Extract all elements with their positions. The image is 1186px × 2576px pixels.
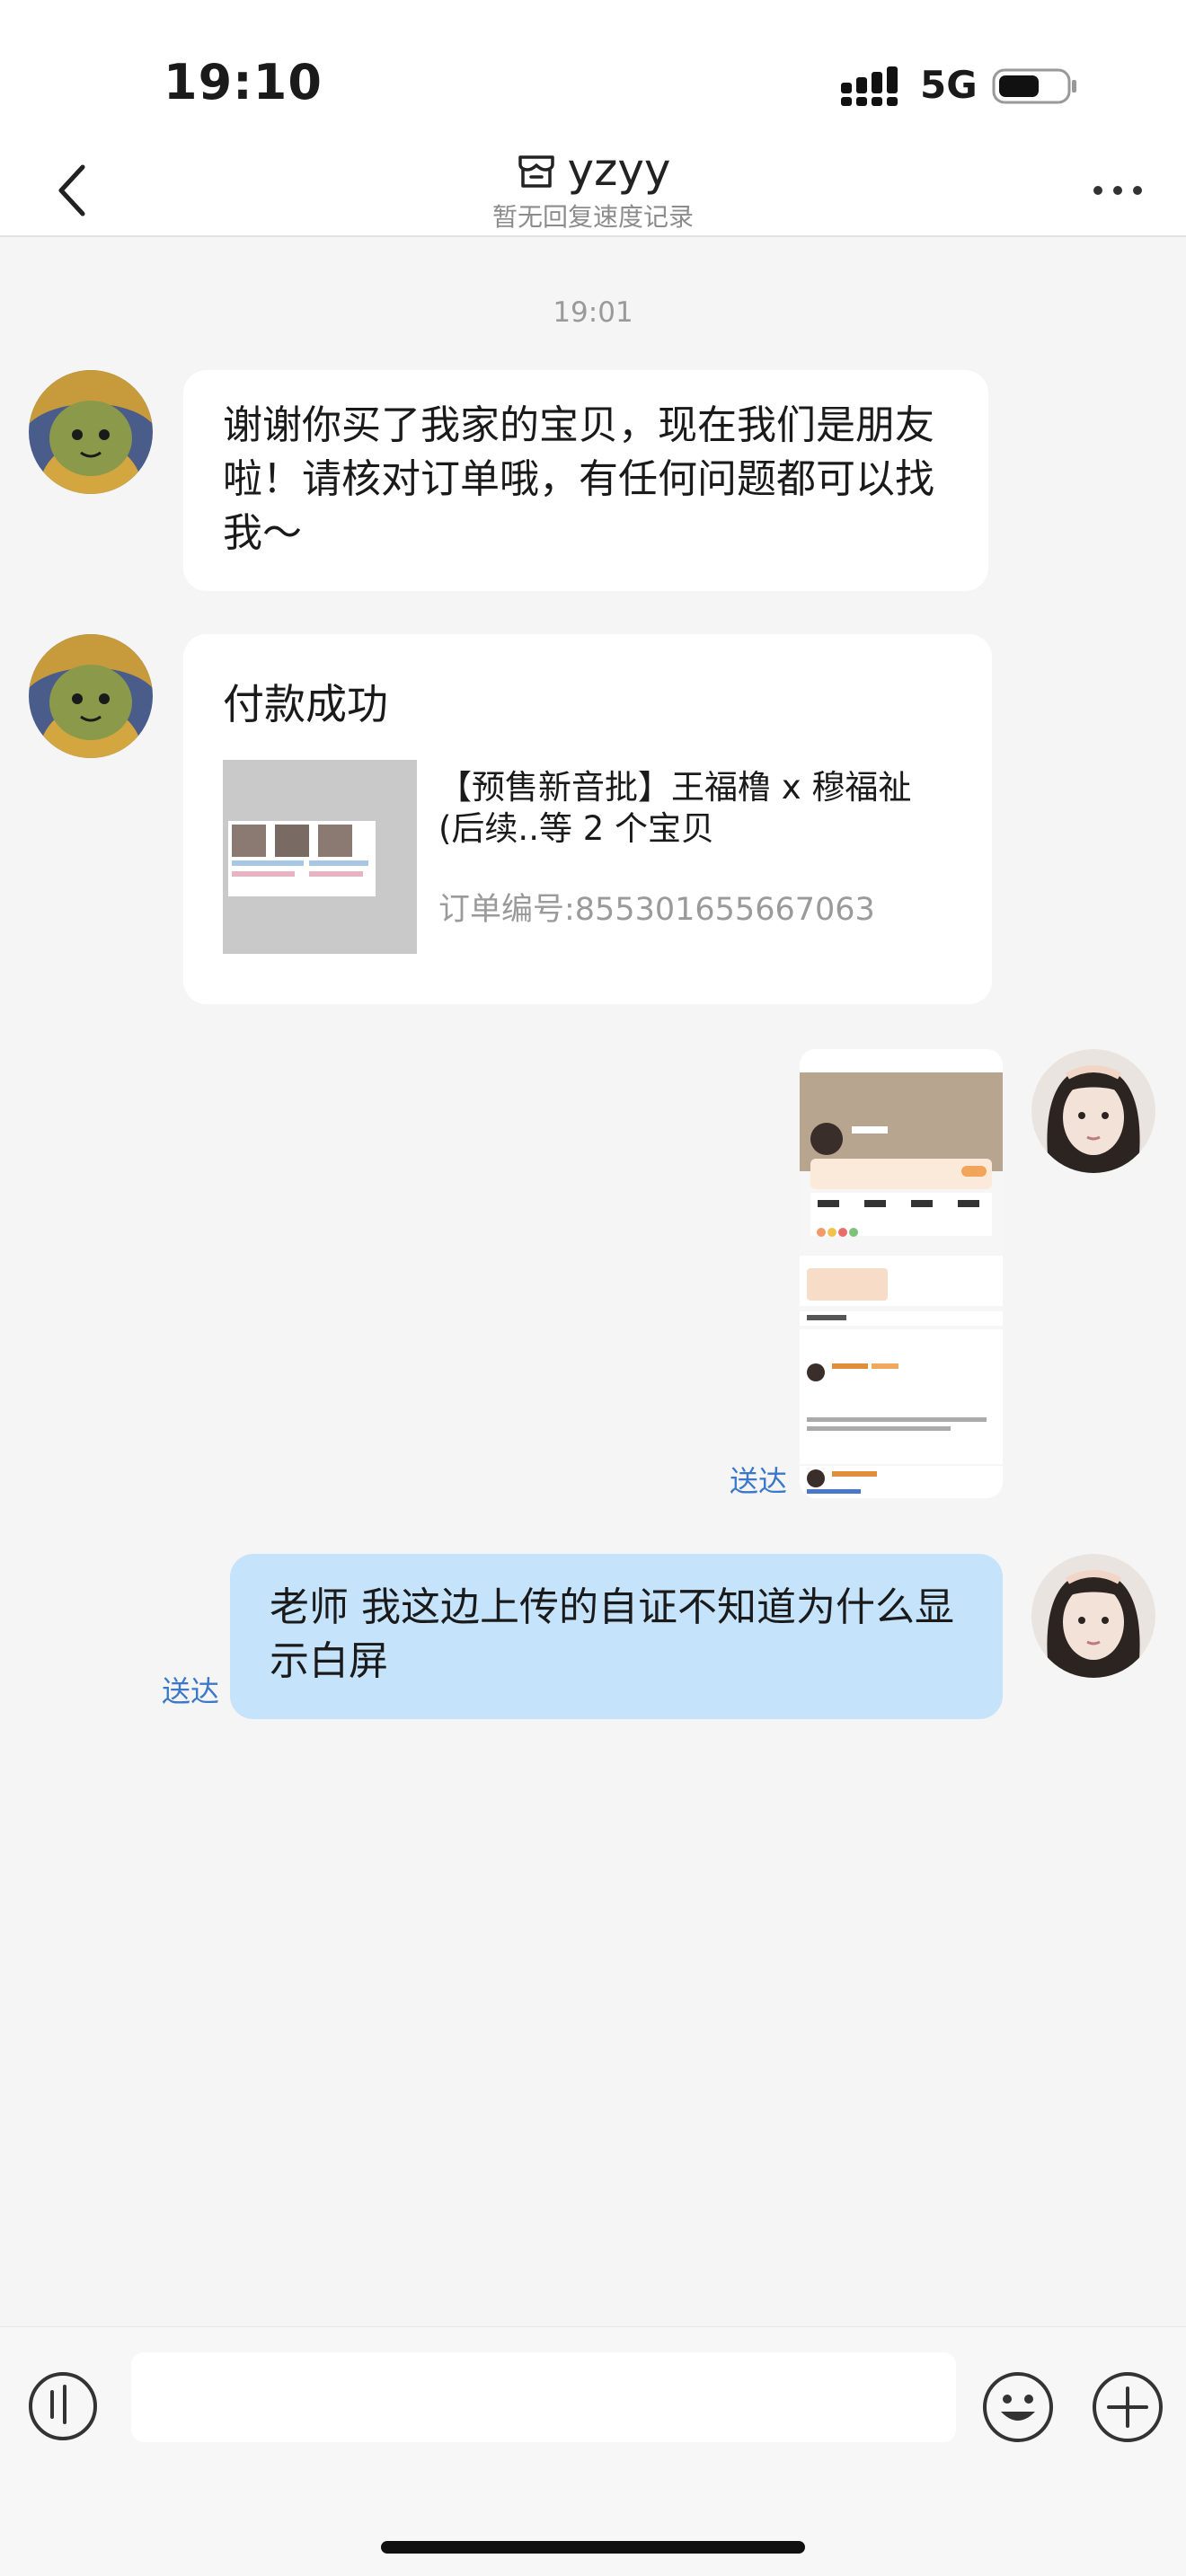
- voice-icon: [29, 2372, 97, 2440]
- chat-title: yzyy: [567, 144, 671, 196]
- reply-speed-subtitle: 暂无回复速度记录: [491, 202, 694, 232]
- emoji-icon: [983, 2372, 1053, 2442]
- outgoing-message-bubble[interactable]: 老师 我这边上传的自证不知道为什么显示白屏: [230, 1554, 1003, 1719]
- message-text: 谢谢你买了我家的宝贝，现在我们是朋友啦！请核对订单哦，有任何问题都可以找我～: [223, 402, 934, 556]
- avatar-image: [1031, 1049, 1155, 1173]
- shop-icon: [518, 155, 555, 188]
- emoji-button[interactable]: [981, 2370, 1055, 2444]
- order-card-title: 付款成功: [223, 680, 388, 728]
- order-card[interactable]: 付款成功 【预售新音批】王福橹 x 穆福祉(后续..等 2 个宝贝 订单编号:8…: [183, 634, 992, 1004]
- message-input[interactable]: [131, 2352, 956, 2442]
- delivered-status: 送达: [730, 1464, 788, 1498]
- signal-icon: [841, 66, 898, 106]
- avatar-image: [1031, 1554, 1155, 1678]
- plus-button[interactable]: [1091, 2370, 1164, 2444]
- home-indicator[interactable]: [381, 2541, 805, 2554]
- sent-screenshot[interactable]: [800, 1049, 1003, 1498]
- delivered-status: 送达: [162, 1674, 220, 1708]
- seller-avatar[interactable]: [29, 370, 153, 494]
- message-text: 老师 我这边上传的自证不知道为什么显示白屏: [270, 1584, 954, 1684]
- more-button[interactable]: [1082, 144, 1154, 237]
- order-number: 订单编号:855301655667063: [438, 892, 875, 928]
- avatar-image: [29, 370, 153, 494]
- voice-button[interactable]: [27, 2370, 99, 2442]
- my-avatar[interactable]: [1031, 1554, 1155, 1678]
- product-thumbnail[interactable]: [223, 760, 417, 954]
- my-avatar[interactable]: [1031, 1049, 1155, 1173]
- nav-bar: yzyy 暂无回复速度记录: [0, 144, 1186, 237]
- seller-avatar[interactable]: [29, 634, 153, 758]
- message-timestamp: 19:01: [553, 296, 633, 329]
- status-time: 19:10: [164, 54, 323, 110]
- status-bar: 19:10 5G: [0, 0, 1186, 144]
- network-type: 5G: [920, 63, 978, 107]
- product-name: 【预售新音批】王福橹 x 穆福祉(后续..等 2 个宝贝: [438, 768, 912, 848]
- product-image: [223, 760, 417, 954]
- plus-icon: [1093, 2372, 1163, 2442]
- message-bubble[interactable]: 谢谢你买了我家的宝贝，现在我们是朋友啦！请核对订单哦，有任何问题都可以找我～: [183, 370, 988, 591]
- input-bar: [0, 2326, 1186, 2576]
- more-icon: [1093, 186, 1142, 195]
- battery-icon: [992, 68, 1076, 104]
- avatar-image: [29, 634, 153, 758]
- title-row: yzyy: [515, 144, 671, 196]
- chat-screen: 19:10 5G yzyy 暂无回复速度记录 19:01 谢谢你买了我家的宝贝，…: [0, 0, 1186, 2576]
- chat-title-area[interactable]: yzyy 暂无回复速度记录: [0, 144, 1186, 234]
- screenshot-image: [800, 1049, 1003, 1498]
